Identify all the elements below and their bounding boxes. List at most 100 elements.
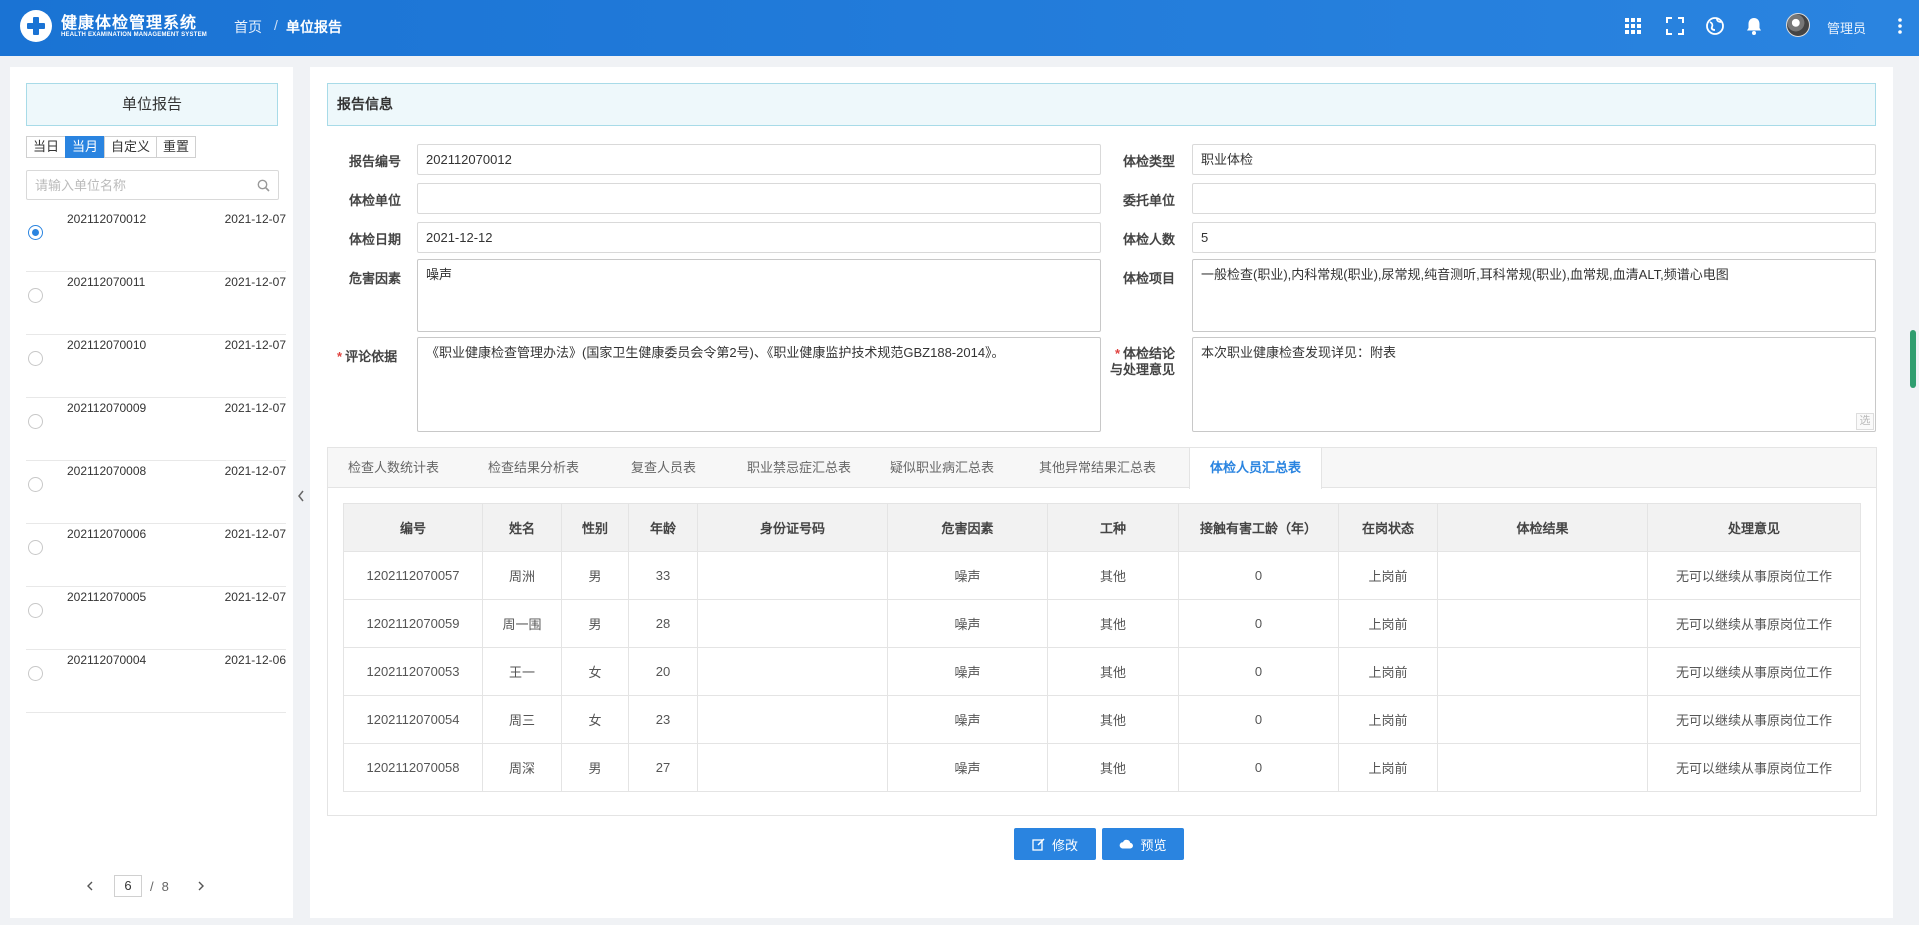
edit-button[interactable]: 修改 <box>1014 828 1096 860</box>
report-list-item[interactable]: 202112070004 2021-12-06 <box>26 650 286 713</box>
filter-button[interactable]: 当日 <box>26 136 67 158</box>
exam-unit-field[interactable] <box>417 183 1101 214</box>
user-name[interactable]: 管理员 <box>1827 18 1866 37</box>
tab-2[interactable]: 检查结果分析表 <box>488 448 579 488</box>
more-icon[interactable] <box>1897 17 1903 35</box>
section-title: 报告信息 <box>327 83 1876 126</box>
report-list-item[interactable]: 202112070005 2021-12-07 <box>26 587 286 650</box>
table-row[interactable]: 1202112070058 周深男 27 噪声 其他 0 上岗前 无可以继续从事原岗位工作 <box>343 743 1861 792</box>
column-header[interactable]: 危害因素 <box>887 503 1048 552</box>
tab-7[interactable]: 体检人员汇总表 <box>1189 448 1323 489</box>
report-no-field[interactable]: 202112070012 <box>417 144 1101 175</box>
tab-4[interactable]: 职业禁忌症汇总表 <box>747 448 851 488</box>
unit-search-input[interactable] <box>27 171 247 199</box>
report-list-item[interactable]: 202112070006 2021-12-07 <box>26 524 286 587</box>
filter-button[interactable]: 自定义 <box>104 136 158 158</box>
table-cell: 上岗前 <box>1338 551 1438 600</box>
column-header[interactable]: 编号 <box>343 503 483 552</box>
report-list-item[interactable]: 202112070010 2021-12-07 <box>26 335 286 398</box>
report-radio[interactable] <box>28 666 43 681</box>
exam-count-label: 体检人数 <box>1123 232 1176 247</box>
fullscreen-icon[interactable] <box>1665 16 1685 36</box>
tab-3[interactable]: 复查人员表 <box>631 448 696 488</box>
prev-page-icon[interactable] <box>84 880 96 892</box>
column-header[interactable]: 工种 <box>1047 503 1179 552</box>
entrust-unit-field[interactable] <box>1192 183 1876 214</box>
table-cell: 周一围 <box>482 599 562 648</box>
column-header[interactable]: 身份证号码 <box>697 503 888 552</box>
tab-1[interactable]: 检查人数统计表 <box>348 448 439 488</box>
column-header[interactable]: 在岗状态 <box>1338 503 1438 552</box>
table-row[interactable]: 1202112070057 周洲男 33 噪声 其他 0 上岗前 无可以继续从事原岗位工作 <box>343 551 1861 600</box>
column-header[interactable]: 处理意见 <box>1647 503 1861 552</box>
page-number-input[interactable]: 6 <box>114 875 142 897</box>
page-separator: / <box>150 878 154 894</box>
preview-button[interactable]: 预览 <box>1102 828 1184 860</box>
filter-button[interactable]: 重置 <box>156 136 197 158</box>
report-list-panel: 单位报告 当日当月自定义重置 2021120700122021-12-07202… <box>10 67 293 918</box>
report-radio[interactable] <box>28 603 43 618</box>
report-radio[interactable] <box>28 540 43 555</box>
date-filter-group: 当日 当月 自定义 重置 <box>26 136 197 158</box>
table-cell: 无可以继续从事原岗位工作 <box>1647 551 1861 600</box>
report-radio[interactable] <box>28 225 43 240</box>
report-list-item[interactable]: 202112070012 2021-12-07 <box>26 209 286 272</box>
filter-button[interactable]: 当月 <box>65 136 106 158</box>
table-cell: 28 <box>628 599 698 648</box>
report-date: 2021-12-07 <box>224 401 286 415</box>
tab-5[interactable]: 疑似职业病汇总表 <box>890 448 994 488</box>
report-number: 202112070011 <box>67 275 146 289</box>
table-cell: 噪声 <box>887 551 1048 600</box>
basis-textarea[interactable]: 《职业健康检查管理办法》(国家卫生健康委员会令第2号)、《职业健康监护技术规范G… <box>417 337 1101 432</box>
breadcrumb-home[interactable]: 首页 <box>234 17 262 37</box>
conclusion-text: 本次职业健康检查发现详见：附表 <box>1201 345 1397 360</box>
report-radio[interactable] <box>28 288 43 303</box>
edit-icon <box>1032 837 1045 851</box>
column-header[interactable]: 年龄 <box>628 503 698 552</box>
avatar[interactable] <box>1786 13 1810 37</box>
column-header[interactable]: 体检结果 <box>1437 503 1648 552</box>
entrust-unit-label: 委托单位 <box>1123 193 1176 208</box>
report-radio[interactable] <box>28 414 43 429</box>
column-header[interactable]: 性别 <box>561 503 629 552</box>
column-header[interactable]: 接触有害工龄（年） <box>1178 503 1339 552</box>
table-cell: 其他 <box>1047 551 1179 600</box>
table-row[interactable]: 1202112070059 周一围男 28 噪声 其他 0 上岗前 无可以继续从事原岗位工作 <box>343 599 1861 648</box>
table-row[interactable]: 1202112070054 周三女 23 噪声 其他 0 上岗前 无可以继续从事原岗位工作 <box>343 695 1861 744</box>
table-cell: 周三 <box>482 695 562 744</box>
report-list-item[interactable]: 202112070009 2021-12-07 <box>26 398 286 461</box>
report-list: 202112070012 2021-12-07 202112070011 2021-1… <box>26 209 286 713</box>
search-icon[interactable] <box>257 179 270 192</box>
conclusion-textarea[interactable]: 本次职业健康检查发现详见：附表 选 <box>1192 337 1876 432</box>
exam-count-field[interactable]: 5 <box>1192 222 1876 253</box>
report-list-item[interactable]: 202112070011 2021-12-07 <box>26 272 286 335</box>
page-scrollbar[interactable] <box>1910 330 1916 388</box>
table-cell <box>697 743 888 792</box>
pick-conclusion-button[interactable]: 选 <box>1856 413 1874 430</box>
collapse-sidebar-icon[interactable] <box>296 489 306 503</box>
apps-icon[interactable] <box>1623 16 1643 36</box>
column-header[interactable]: 姓名 <box>482 503 562 552</box>
hazard-textarea[interactable]: 噪声 <box>417 259 1101 332</box>
table-row[interactable]: 1202112070053 王一女 20 噪声 其他 0 上岗前 无可以继续从事原岗位工作 <box>343 647 1861 696</box>
report-list-item[interactable]: 202112070008 2021-12-07 <box>26 461 286 524</box>
table-cell: 33 <box>628 551 698 600</box>
report-radio[interactable] <box>28 477 43 492</box>
next-page-icon[interactable] <box>195 880 207 892</box>
exam-date-field[interactable]: 2021-12-12 <box>417 222 1101 253</box>
table-cell: 噪声 <box>887 695 1048 744</box>
report-number: 202112070012 <box>67 212 147 226</box>
app-subtitle: HEALTH EXAMINATION MANAGEMENT SYSTEM <box>61 32 207 38</box>
required-mark: * <box>337 349 343 364</box>
table-cell: 男 <box>561 551 629 600</box>
table-cell: 无可以继续从事原岗位工作 <box>1647 695 1861 744</box>
report-radio[interactable] <box>28 351 43 366</box>
table-cell <box>697 551 888 600</box>
cloud-icon <box>1120 839 1134 849</box>
table-cell <box>1437 647 1648 696</box>
bell-icon[interactable] <box>1744 16 1764 36</box>
tab-6[interactable]: 其他异常结果汇总表 <box>1039 448 1156 488</box>
exam-items-textarea[interactable]: 一般检查(职业),内科常规(职业),尿常规,纯音测听,耳科常规(职业),血常规,… <box>1192 259 1876 332</box>
exam-type-field[interactable]: 职业体检 <box>1192 144 1876 175</box>
globe-icon[interactable] <box>1705 16 1725 36</box>
